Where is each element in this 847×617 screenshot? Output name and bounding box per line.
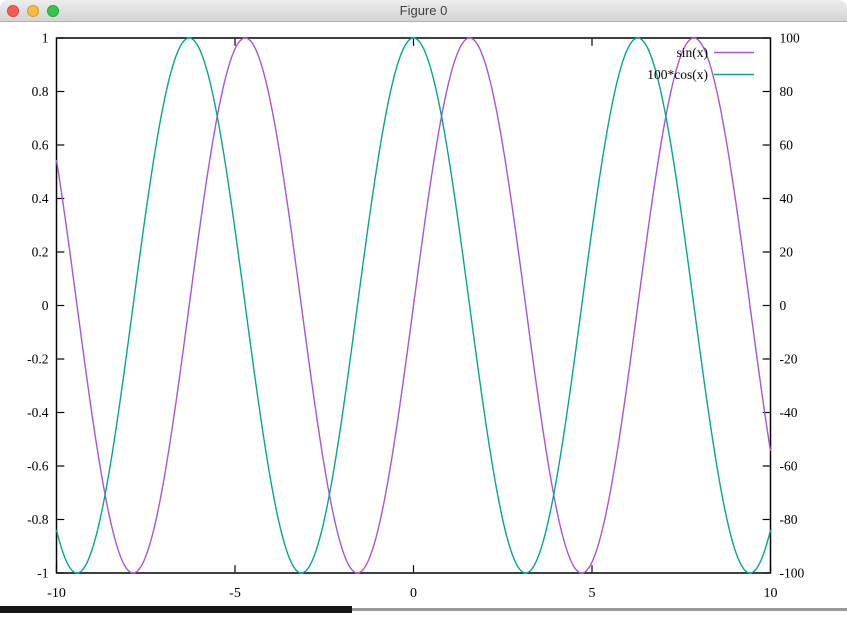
y-right-tick-label: 20 [780,245,794,260]
y-left-tick-label: 0.4 [32,191,49,206]
y-left-tick-label: -1 [37,566,48,581]
page-background-strip [0,613,847,617]
y-right-tick-label: -60 [780,459,798,474]
y-right-tick-label: 80 [780,84,794,99]
y-left-tick-label: 1 [42,31,49,46]
y-left-tick-label: -0.8 [27,512,49,527]
y-right-tick-label: 100 [780,31,801,46]
window-title: Figure 0 [0,0,847,22]
x-tick-label: -5 [229,586,241,601]
x-tick-label: 5 [589,586,596,601]
y-left-tick-label: -0.2 [27,352,48,367]
y-left-tick-label: 0.8 [32,84,49,99]
y-left-tick-label: 0.6 [32,138,49,153]
x-tick-label: 10 [764,586,778,601]
background-window-edge [0,606,352,613]
y-left-tick-label: -0.6 [27,459,49,474]
plot-area: -10-5051010.80.60.40.20-0.2-0.4-0.6-0.8-… [0,22,847,607]
y-right-tick-label: 60 [780,138,794,153]
title-bar[interactable]: Figure 0 [0,0,847,22]
x-tick-label: -10 [47,586,66,601]
x-tick-label: 0 [410,586,417,601]
y-left-tick-label: 0.2 [32,245,49,260]
plot-canvas: -10-5051010.80.60.40.20-0.2-0.4-0.6-0.8-… [0,22,847,607]
y-right-tick-label: 0 [780,298,787,313]
y-left-tick-label: 0 [42,298,49,313]
figure-window: Figure 0 -10-5051010.80.60.40.20-0.2-0.4… [0,0,847,617]
legend-label: 100*cos(x) [647,67,708,82]
y-right-tick-label: -20 [780,352,798,367]
y-right-tick-label: -40 [780,405,798,420]
y-right-tick-label: -80 [780,512,798,527]
y-right-tick-label: 40 [780,191,794,206]
y-right-tick-label: -100 [780,566,805,581]
series-curve-sin [57,38,771,573]
y-left-tick-label: -0.4 [27,405,49,420]
legend-label: sin(x) [677,45,709,60]
